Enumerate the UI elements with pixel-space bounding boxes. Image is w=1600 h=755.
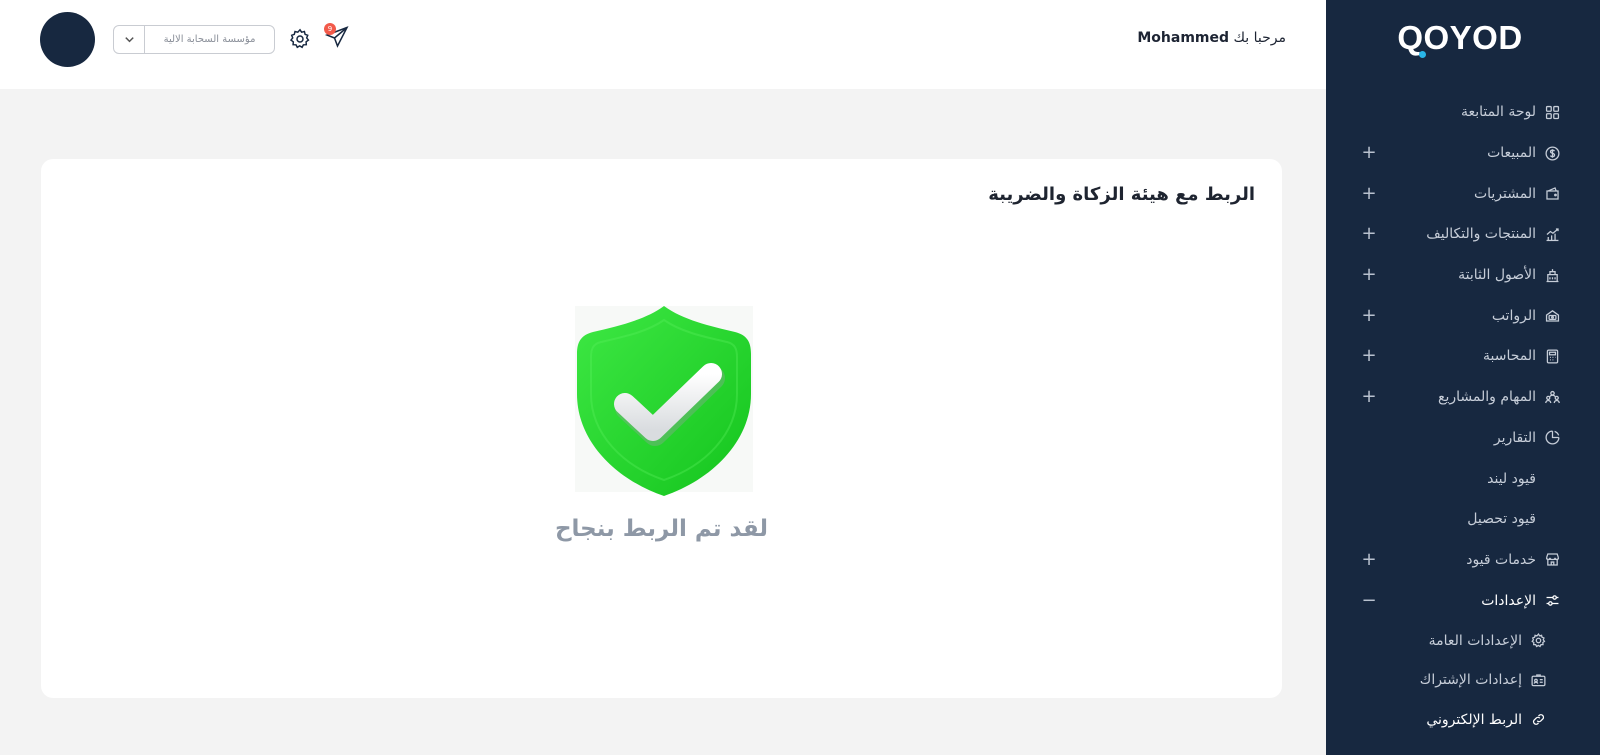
sidebar-item-label: الأصول الثابتة <box>1458 267 1536 284</box>
sliders-icon <box>1542 591 1562 611</box>
top-header: مرحبا بك Mohammed مؤسسة السحابة الالية 9 <box>0 0 1326 89</box>
shield-check-icon <box>575 306 753 496</box>
sidebar-item-products-costs[interactable]: المنتجات والتكاليف + <box>1326 214 1600 255</box>
sidebar-subitem-general-settings[interactable]: الإعدادات العامة <box>1326 621 1600 661</box>
qoyod-logo[interactable]: QOYOD <box>1392 19 1528 58</box>
sidebar-subitem-label: الإعدادات العامة <box>1428 632 1522 649</box>
success-message: لقد تم الربط بنجاح <box>554 516 769 542</box>
sidebar-subitem-label: إعدادات الإشتراك <box>1419 672 1522 689</box>
sidebar: QOYOD لوحة المتابعة المبيعات + المشتريات… <box>1326 0 1600 755</box>
expand-plus-icon[interactable]: + <box>1360 266 1378 284</box>
sidebar-item-label: الرواتب <box>1491 307 1536 324</box>
team-icon <box>1542 387 1562 407</box>
sidebar-item-fixed-assets[interactable]: الأصول الثابتة + <box>1326 255 1600 296</box>
sidebar-item-purchases[interactable]: المشتريات + <box>1326 173 1600 214</box>
sidebar-subitem-label: الربط الإلكتروني <box>1426 711 1522 728</box>
expand-plus-icon[interactable]: + <box>1360 550 1378 569</box>
company-select[interactable]: مؤسسة السحابة الالية <box>113 25 275 54</box>
sidebar-nav: لوحة المتابعة المبيعات + المشتريات + الم… <box>1326 92 1600 739</box>
sidebar-item-label: خدمات قيود <box>1466 551 1536 568</box>
sidebar-item-settings[interactable]: الإعدادات − <box>1326 580 1600 621</box>
expand-plus-icon[interactable]: + <box>1360 184 1378 203</box>
sidebar-item-tasks-projects[interactable]: المهام والمشاريع + <box>1326 377 1600 418</box>
page-title: الربط مع هيئة الزكاة والضريبة <box>988 184 1255 205</box>
company-select-value: مؤسسة السحابة الالية <box>163 34 256 45</box>
collapse-minus-icon[interactable]: − <box>1360 591 1378 610</box>
store-icon <box>1542 550 1562 570</box>
wallet-icon <box>1542 184 1562 204</box>
logo-text: QOYOD <box>1397 19 1523 56</box>
sidebar-item-dashboard[interactable]: لوحة المتابعة <box>1326 92 1600 133</box>
sidebar-item-label: المبيعات <box>1487 145 1536 162</box>
sidebar-item-label: المنتجات والتكاليف <box>1426 226 1536 243</box>
sidebar-item-reports[interactable]: التقارير <box>1326 418 1600 459</box>
money-hand-icon <box>1542 306 1562 326</box>
sidebar-subitem-subscription-settings[interactable]: إعدادات الإشتراك <box>1326 660 1600 700</box>
sidebar-item-label: المحاسبة <box>1482 348 1536 365</box>
sidebar-item-label: المشتريات <box>1473 185 1536 202</box>
sidebar-item-collection-entries[interactable]: قيود تحصيل <box>1326 499 1600 540</box>
link-icon <box>1528 710 1548 730</box>
chevron-down-icon[interactable] <box>114 26 145 53</box>
growth-chart-icon <box>1542 224 1562 244</box>
sidebar-item-accounting[interactable]: المحاسبة + <box>1326 336 1600 377</box>
gear-icon <box>289 28 310 49</box>
sidebar-item-label: قيود تحصيل <box>1467 511 1536 528</box>
id-card-icon <box>1528 670 1548 690</box>
dollar-coin-icon <box>1542 143 1562 163</box>
gear-icon <box>1528 631 1548 651</box>
sidebar-item-sales[interactable]: المبيعات + <box>1326 133 1600 174</box>
building-icon <box>1542 265 1562 285</box>
pie-chart-icon <box>1542 428 1562 448</box>
expand-plus-icon[interactable]: + <box>1360 306 1378 325</box>
expand-plus-icon[interactable]: + <box>1360 388 1378 406</box>
settings-button[interactable] <box>287 26 313 52</box>
expand-plus-icon[interactable]: + <box>1360 144 1378 162</box>
messages-button[interactable]: 9 <box>324 23 352 52</box>
sidebar-item-payroll[interactable]: الرواتب + <box>1326 295 1600 336</box>
expand-plus-icon[interactable]: + <box>1360 225 1378 243</box>
sidebar-item-label: الإعدادات <box>1481 592 1536 609</box>
sidebar-item-label: التقارير <box>1493 429 1536 446</box>
sidebar-item-lend-entries[interactable]: قيود ليند <box>1326 458 1600 499</box>
sidebar-item-qoyod-services[interactable]: خدمات قيود + <box>1326 540 1600 581</box>
e-integration-card: الربط مع هيئة الزكاة والضريبة لقد تم الر… <box>41 159 1282 698</box>
notification-badge: 9 <box>324 23 336 35</box>
calculator-icon <box>1542 346 1562 366</box>
avatar[interactable] <box>40 12 95 67</box>
sidebar-subitem-e-integration[interactable]: الربط الإلكتروني <box>1326 700 1600 740</box>
sidebar-item-label: المهام والمشاريع <box>1438 389 1536 406</box>
sidebar-item-label: قيود ليند <box>1487 470 1536 487</box>
user-name: Mohammed <box>1137 30 1230 46</box>
greeting-text: مرحبا بك Mohammed <box>1137 30 1286 46</box>
logo-dot <box>1419 51 1426 58</box>
dashboard-grid-icon <box>1542 102 1562 122</box>
expand-plus-icon[interactable]: + <box>1360 347 1378 365</box>
sidebar-item-label: لوحة المتابعة <box>1460 104 1536 121</box>
greeting-prefix: مرحبا بك <box>1233 30 1286 46</box>
